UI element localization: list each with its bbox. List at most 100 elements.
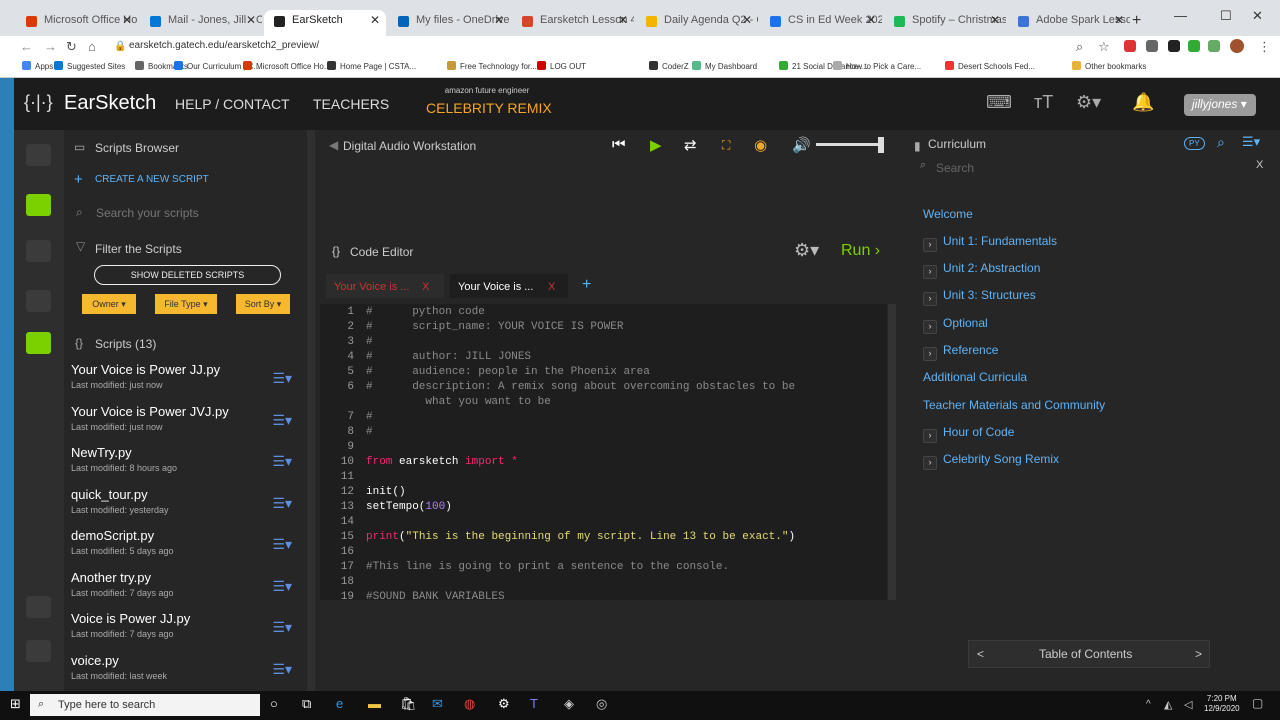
reload-icon[interactable]: ↻	[66, 39, 77, 55]
code-line[interactable]: what you want to be	[366, 396, 550, 408]
curriculum-search-input[interactable]: Search	[936, 161, 974, 175]
teams-icon[interactable]: T	[530, 696, 538, 711]
browser-tab[interactable]: Earsketch Lesson 4.pp✕	[512, 10, 634, 36]
new-tab-button[interactable]: +	[1132, 12, 1141, 30]
notifications-icon[interactable]: ▢	[1252, 696, 1263, 710]
font-size-icon[interactable]: ᴛT	[1034, 92, 1053, 113]
show-hidden-icons[interactable]: ^	[1146, 699, 1151, 710]
show-deleted-button[interactable]: SHOW DELETED SCRIPTS	[94, 265, 281, 285]
curriculum-item[interactable]: › Unit 3: Structures	[923, 288, 1036, 306]
expand-arrow-icon[interactable]: ›	[923, 429, 937, 443]
sort-by-filter[interactable]: Sort By ▾	[236, 294, 290, 314]
script-item[interactable]: Voice is Power JJ.py Last modified: 7 day…	[71, 611, 301, 653]
volume-handle[interactable]	[878, 137, 884, 153]
code-line[interactable]: # audience: people in the Phoenix area	[366, 366, 650, 378]
mail-icon[interactable]: ✉	[432, 696, 443, 712]
editor-tab-active[interactable]: Your Voice is ... X	[450, 274, 568, 298]
code-line[interactable]: #	[366, 336, 373, 348]
expand-arrow-icon[interactable]: ›	[923, 238, 937, 252]
twitter-icon[interactable]	[26, 640, 51, 662]
facebook-icon[interactable]	[26, 596, 51, 618]
code-line[interactable]: #	[366, 411, 373, 423]
home-icon[interactable]: ⌂	[88, 39, 96, 54]
bookmark[interactable]: Free Technology for...	[447, 61, 537, 71]
browser-tab[interactable]: EarSketch ✕	[264, 10, 386, 36]
script-item[interactable]: Your Voice is Power JJ.py Last modified: …	[71, 362, 301, 404]
script-menu-icon[interactable]: ☰▾	[272, 619, 292, 636]
extension-icon[interactable]	[1146, 40, 1158, 52]
volume-tray-icon[interactable]: ◁	[1184, 698, 1192, 711]
python-toggle[interactable]: PY	[1184, 137, 1205, 150]
expand-arrow-icon[interactable]: ›	[923, 320, 937, 334]
code-area[interactable]: 1 # python code 2 # script_name: YOUR VOICE…	[320, 304, 887, 600]
close-tab-icon[interactable]: ✕	[122, 13, 132, 27]
code-line[interactable]: init()	[366, 486, 406, 498]
nav-help[interactable]: HELP / CONTACT	[175, 96, 290, 112]
network-icon[interactable]: ◭	[1164, 698, 1172, 711]
script-menu-icon[interactable]: ☰▾	[272, 370, 292, 387]
curriculum-item[interactable]: Additional Curricula	[923, 370, 1027, 384]
code-line[interactable]: from earsketch import *	[366, 456, 518, 468]
store-icon[interactable]: 🛍	[400, 696, 417, 712]
expand-arrow-icon[interactable]: ›	[923, 292, 937, 306]
expand-arrow-icon[interactable]: ›	[923, 347, 937, 361]
app-logo[interactable]: EarSketch	[64, 92, 156, 115]
script-item[interactable]: voice.py Last modified: last week ☰▾	[71, 653, 301, 695]
settings-gear-icon[interactable]: ⚙▾	[1076, 92, 1101, 113]
script-item[interactable]: quick_tour.py Last modified: yesterday ☰▾	[71, 487, 301, 529]
close-tab-icon[interactable]: ✕	[866, 13, 876, 27]
curriculum-item[interactable]: Welcome	[923, 207, 973, 221]
user-menu[interactable]: jillyjones ▾	[1184, 94, 1256, 116]
bookmark[interactable]: Other bookmarks	[1072, 61, 1146, 71]
curriculum-item[interactable]: › Unit 2: Abstraction	[923, 261, 1040, 279]
bookmark[interactable]: CoderZ	[649, 61, 689, 71]
extension-icon[interactable]	[1188, 40, 1200, 52]
close-tab-icon[interactable]: ✕	[370, 13, 380, 27]
script-item[interactable]: Another try.py Last modified: 7 days ago ☰…	[71, 570, 301, 612]
owner-filter[interactable]: Owner ▾	[82, 294, 136, 314]
maximize-icon[interactable]: ☐	[1220, 8, 1232, 24]
table-of-contents-button[interactable]: Table of Contents	[1039, 647, 1132, 661]
script-menu-icon[interactable]: ☰▾	[272, 453, 292, 470]
play-icon[interactable]: ▶	[650, 136, 662, 154]
code-line[interactable]: #SOUND BANK VARIABLES	[366, 591, 505, 600]
edge-icon[interactable]: e	[336, 696, 343, 711]
code-line[interactable]: #This line is going to print a sentence …	[366, 561, 729, 573]
close-tab-icon[interactable]: X	[548, 281, 555, 293]
code-line[interactable]: # description: A remix song about overco…	[366, 381, 795, 393]
code-scrollbar[interactable]	[888, 304, 896, 600]
close-tab-icon[interactable]: ✕	[494, 13, 504, 27]
taskbar-search[interactable]: Type here to search	[30, 694, 260, 716]
filter-title[interactable]: Filter the Scripts	[95, 242, 182, 256]
extension-icon[interactable]	[1168, 40, 1180, 52]
url-field[interactable]: earsketch.gatech.edu/earsketch2_preview/	[129, 40, 319, 51]
add-icon[interactable]: +	[74, 171, 83, 188]
close-tab-icon[interactable]: ✕	[742, 13, 752, 27]
scripts-scrollbar[interactable]	[307, 130, 315, 691]
star-icon[interactable]: ☆	[1098, 39, 1110, 55]
keyboard-icon[interactable]: ⌨	[986, 92, 1012, 113]
curriculum-item[interactable]: › Hour of Code	[923, 425, 1014, 443]
profile-avatar[interactable]	[1230, 39, 1244, 53]
file-explorer-icon[interactable]: ▬	[368, 696, 381, 711]
menu-list-icon[interactable]: ☰▾	[1242, 134, 1260, 150]
search-icon[interactable]: ⌕	[1217, 134, 1225, 151]
expand-arrow-icon[interactable]: ›	[923, 265, 937, 279]
script-menu-icon[interactable]: ☰▾	[272, 495, 292, 512]
browser-tab[interactable]: Mail - Jones, Jill - Outl✕	[140, 10, 262, 36]
curriculum-item[interactable]: › Reference	[923, 343, 998, 361]
volume-icon[interactable]: 🔊	[792, 136, 811, 154]
close-tab-icon[interactable]: X	[422, 281, 429, 293]
close-tab-icon[interactable]: ✕	[1114, 13, 1124, 27]
follow-icon[interactable]: ⛶	[722, 138, 730, 153]
curriculum-book-icon[interactable]	[26, 332, 51, 354]
code-line[interactable]: #	[366, 426, 373, 438]
expand-arrow-icon[interactable]: ›	[923, 456, 937, 470]
volume-slider[interactable]	[816, 143, 878, 146]
browser-tab[interactable]: Spotify – Christmas - ✕	[884, 10, 1006, 36]
curriculum-item[interactable]: › Optional	[923, 316, 988, 334]
prev-icon[interactable]: <	[977, 647, 984, 661]
run-button[interactable]: Run ›	[841, 242, 880, 260]
windows-start-icon[interactable]: ⊞	[10, 696, 21, 712]
code-line[interactable]: print("This is the beginning of my scrip…	[366, 531, 795, 543]
